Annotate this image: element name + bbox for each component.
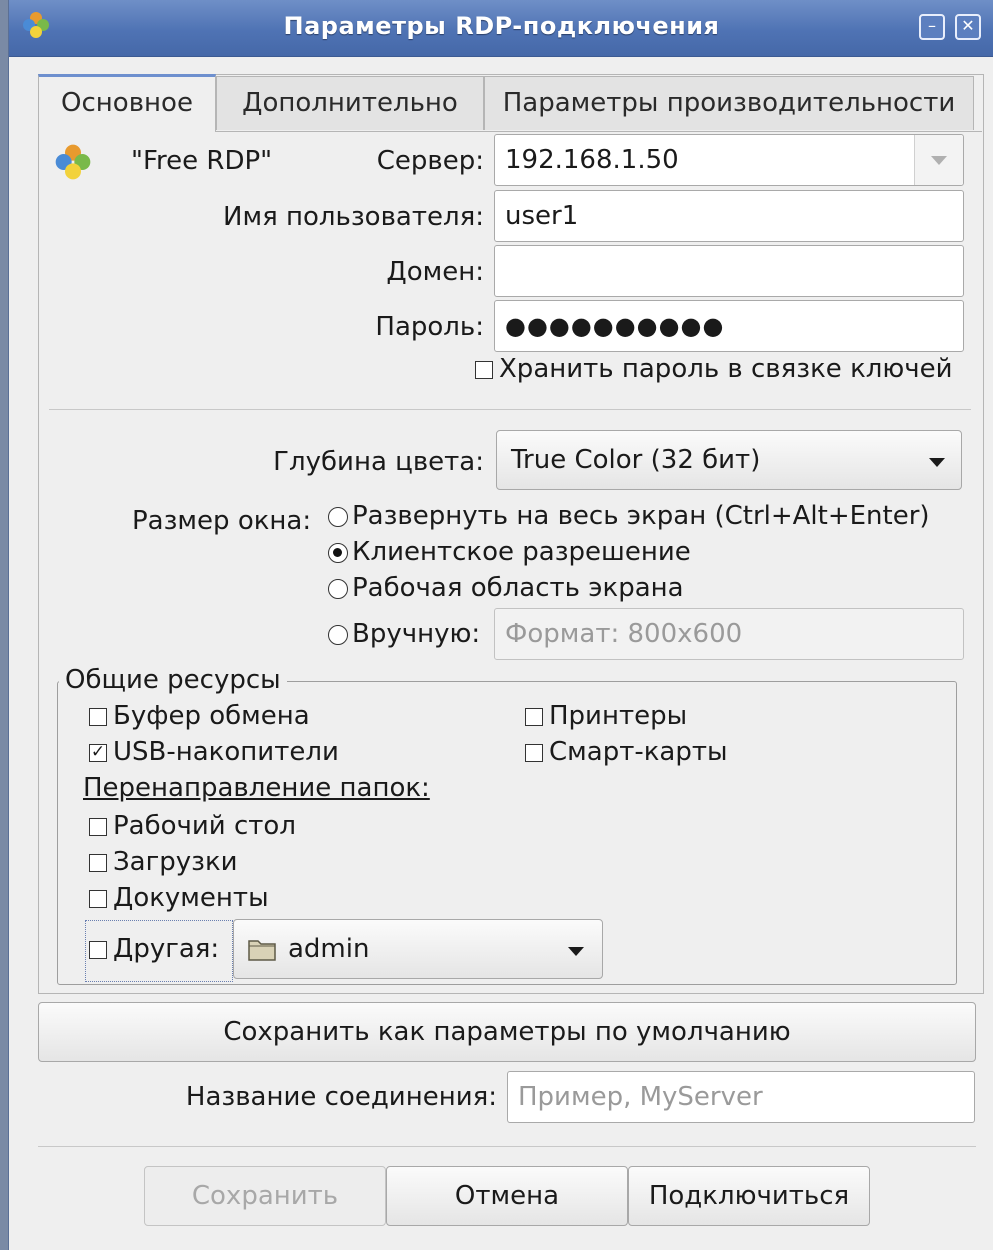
radio-client-resolution[interactable] [328,543,348,563]
window-size-label: Размер окна: [132,506,312,536]
connect-button[interactable]: Подключиться [628,1166,870,1226]
radio-workarea[interactable] [328,579,348,599]
shared-resources-title: Общие ресурсы [59,665,287,695]
smartcards-label[interactable]: Смарт-карты [549,737,728,767]
other-checkbox[interactable] [89,941,107,959]
folder-redirect-label: Перенаправление папок: [83,773,430,803]
clipboard-label[interactable]: Буфер обмена [113,701,310,731]
server-value: 192.168.1.50 [505,145,679,175]
folder-icon [248,940,276,961]
server-dropdown-button[interactable] [914,135,963,185]
clipboard-checkbox[interactable] [89,708,107,726]
window-title: Параметры RDP-подключения [283,12,720,40]
other-label[interactable]: Другая: [113,934,219,964]
separator [49,409,971,410]
radio-fullscreen-label[interactable]: Развернуть на весь экран (Ctrl+Alt+Enter… [352,501,930,531]
folder-value: admin [288,934,370,964]
desktop-checkbox[interactable] [89,818,107,836]
folder-chooser[interactable]: admin [233,919,603,979]
radio-fullscreen[interactable] [328,507,348,527]
connection-name-label: Название соединения: [185,1082,497,1112]
tab-general[interactable]: Основное [38,74,216,132]
domain-field[interactable] [494,245,964,297]
close-button[interactable]: ✕ [955,14,981,40]
radio-client-resolution-label[interactable]: Клиентское разрешение [352,537,691,567]
protocol-label: "Free RDP" [131,146,273,176]
radio-manual[interactable] [328,625,348,645]
chevron-down-icon [931,156,947,165]
cancel-button[interactable]: Отмена [386,1166,628,1226]
save-button[interactable]: Сохранить [144,1166,386,1226]
separator [38,1146,976,1147]
color-depth-label: Глубина цвета: [273,447,484,477]
smartcards-checkbox[interactable] [525,744,543,762]
radio-workarea-label[interactable]: Рабочая область экрана [352,573,684,603]
printers-label[interactable]: Принтеры [549,701,687,731]
color-depth-select[interactable]: True Color (32 бит) [496,430,962,490]
keyring-label[interactable]: Хранить пароль в связке ключей [499,354,953,384]
tab-advanced[interactable]: Дополнительно [216,76,484,130]
desktop-label[interactable]: Рабочий стол [113,811,296,841]
title-bar[interactable]: Параметры RDP-подключения – ✕ [9,0,993,57]
downloads-label[interactable]: Загрузки [113,847,238,877]
printers-checkbox[interactable] [525,708,543,726]
username-label: Имя пользователя: [223,202,484,232]
usb-label[interactable]: USB-накопители [113,737,339,767]
documents-label[interactable]: Документы [113,883,269,913]
password-label: Пароль: [375,312,484,342]
connection-name-field[interactable]: Пример, MyServer [507,1071,975,1123]
color-depth-value: True Color (32 бит) [511,445,761,475]
keyring-checkbox[interactable] [475,361,493,379]
freerdp-icon [55,144,91,180]
password-field[interactable]: ●●●●●●●●●● [494,300,964,352]
radio-manual-label[interactable]: Вручную: [352,619,480,649]
radio-selected-dot [333,548,342,557]
tab-divider [216,131,982,132]
chevron-down-icon [568,947,584,956]
manual-size-field[interactable]: Формат: 800x600 [494,608,964,660]
tab-performance[interactable]: Параметры производительности [484,76,974,130]
save-default-button[interactable]: Сохранить как параметры по умолчанию [38,1002,976,1062]
documents-checkbox[interactable] [89,890,107,908]
rdp-settings-window: Параметры RDP-подключения – ✕ Основное Д… [8,0,993,1250]
username-field[interactable]: user1 [494,190,964,242]
domain-label: Домен: [386,257,484,287]
usb-checkbox[interactable]: ✓ [89,744,107,762]
minimize-button[interactable]: – [919,14,945,40]
downloads-checkbox[interactable] [89,854,107,872]
server-combo-entry[interactable]: 192.168.1.50 [494,134,964,186]
chevron-down-icon [929,458,945,467]
server-label: Сервер: [376,146,484,176]
password-mask: ●●●●●●●●●● [505,312,725,340]
